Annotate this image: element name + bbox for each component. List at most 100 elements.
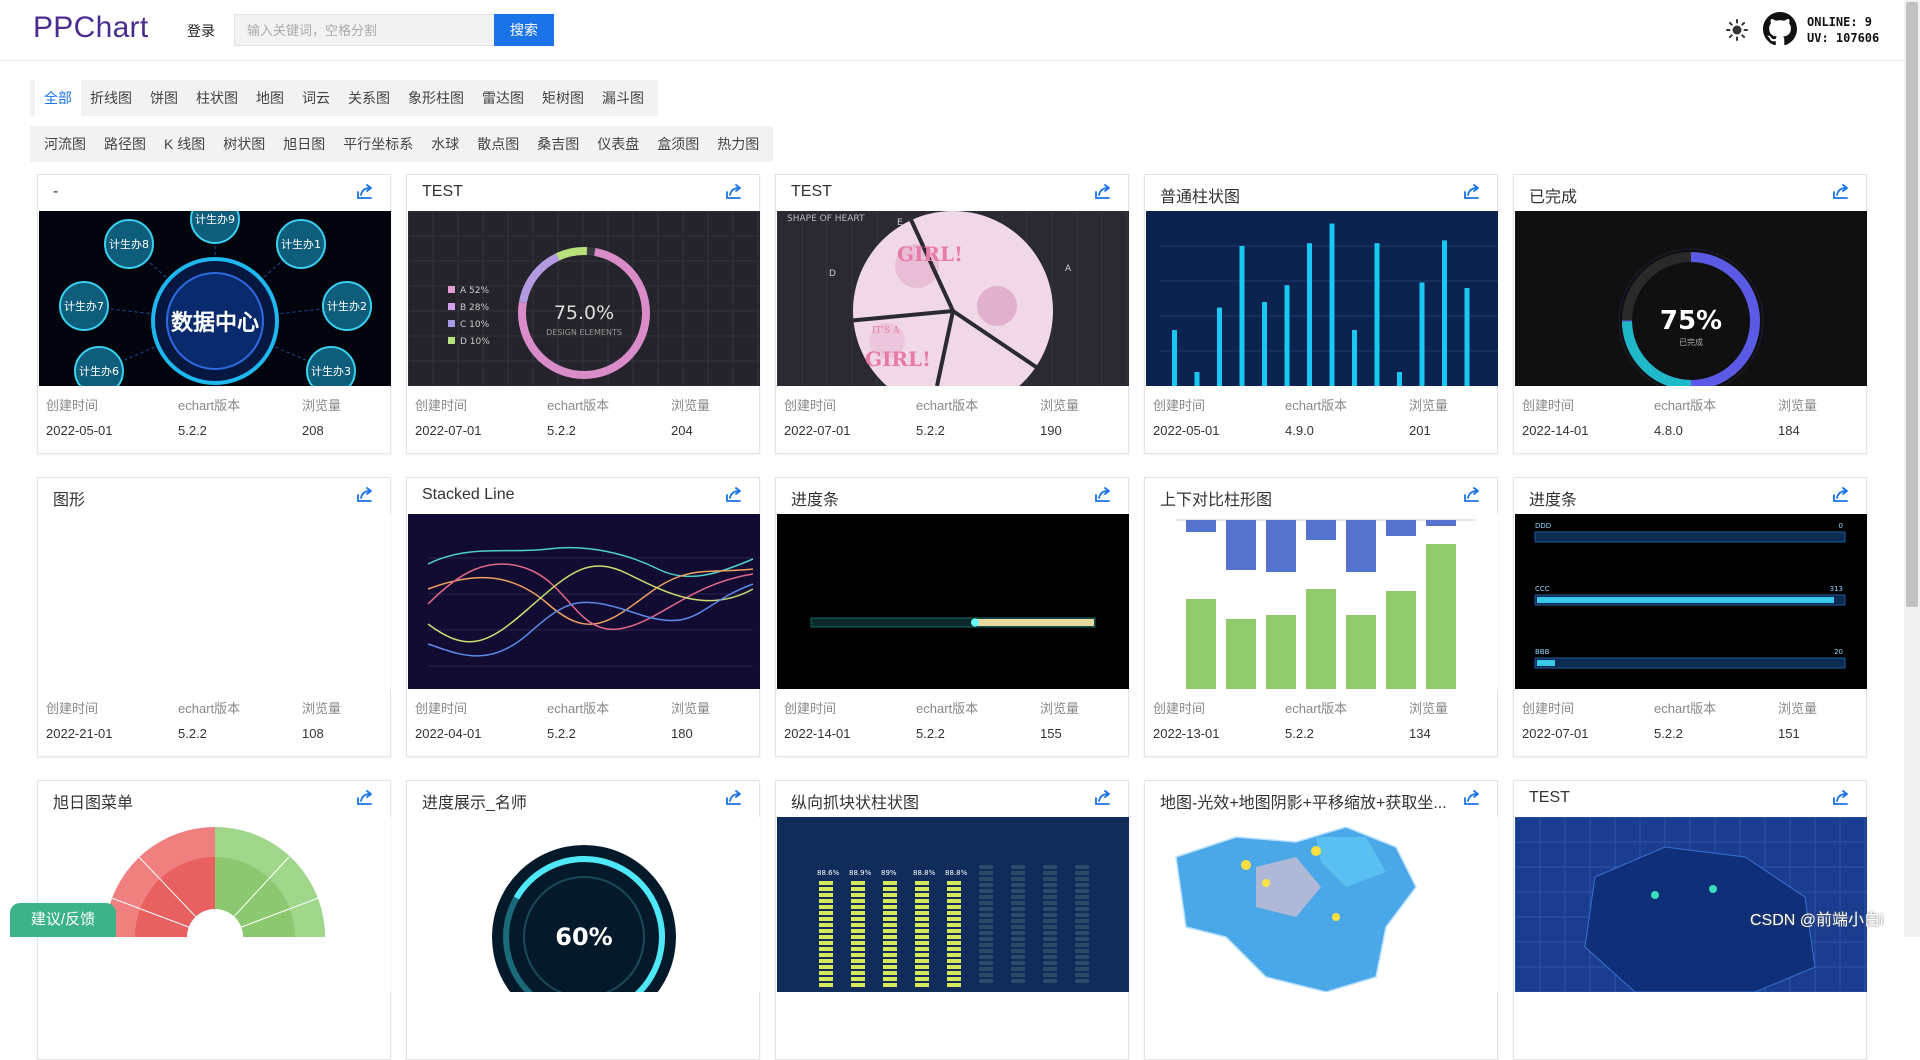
card-thumbnail[interactable] xyxy=(1146,817,1498,992)
views-col: 浏览量 155 xyxy=(1040,698,1079,741)
card-thumbnail[interactable] xyxy=(1146,514,1498,689)
chart-card[interactable]: 进度展示_名师 60% xyxy=(406,780,760,1060)
search-button[interactable]: 搜索 xyxy=(494,14,554,46)
github-icon[interactable] xyxy=(1763,12,1797,46)
card-title[interactable]: 进度展示_名师 xyxy=(422,789,712,813)
filter-tag[interactable]: 旭日图 xyxy=(274,126,334,162)
share-icon[interactable] xyxy=(1094,183,1112,201)
card-thumbnail[interactable]: 88.6% 88.9% 89% 88.8% 88.8% xyxy=(777,817,1129,992)
card-thumbnail[interactable]: DDD 0 CCC 313 BBB 20 xyxy=(1515,514,1867,689)
share-icon[interactable] xyxy=(1463,789,1481,807)
map-preview xyxy=(1146,817,1498,992)
filter-tag[interactable]: 柱状图 xyxy=(187,80,247,116)
card-title[interactable]: 纵向抓块状柱状图 xyxy=(791,789,1081,813)
filter-tag[interactable]: K 线图 xyxy=(155,126,214,162)
card-thumbnail[interactable] xyxy=(777,514,1129,689)
card-title[interactable]: TEST xyxy=(1529,789,1819,807)
share-icon[interactable] xyxy=(725,486,743,504)
svg-text:89%: 89% xyxy=(881,869,897,877)
filter-tag[interactable]: 地图 xyxy=(247,80,293,116)
filter-tag[interactable]: 平行坐标系 xyxy=(334,126,422,162)
card-title[interactable]: 地图-光效+地图阴影+平移缩放+获取坐... xyxy=(1160,789,1450,813)
version-value: 5.2.2 xyxy=(916,726,945,741)
sun-icon[interactable] xyxy=(1725,18,1749,42)
share-icon[interactable] xyxy=(725,183,743,201)
share-icon[interactable] xyxy=(1832,183,1850,201)
card-thumbnail[interactable] xyxy=(1146,211,1498,386)
version-col: echart版本 5.2.2 xyxy=(916,395,978,438)
card-title[interactable]: 已完成 xyxy=(1529,183,1819,207)
views-label: 浏览量 xyxy=(1409,701,1449,716)
filter-tag[interactable]: 水球 xyxy=(422,126,468,162)
created-col: 创建时间 2022-05-01 xyxy=(1153,395,1220,438)
card-title[interactable]: TEST xyxy=(422,183,712,201)
card-title[interactable]: 进度条 xyxy=(791,486,1081,510)
card-thumbnail[interactable]: 75% 已完成 xyxy=(1515,211,1867,386)
card-thumbnail[interactable] xyxy=(408,514,760,689)
card-title[interactable]: 进度条 xyxy=(1529,486,1819,510)
chart-card[interactable]: 已完成 75% 已完成 创建时间 2022-14-01 echart版本 4.8… xyxy=(1513,174,1867,454)
chart-card[interactable]: TEST SHAPE OF HEART GIRL! IT'S A GIRL! E… xyxy=(775,174,1129,454)
created-label: 创建时间 xyxy=(1522,701,1575,716)
filter-tag[interactable]: 全部 xyxy=(35,80,81,116)
pie-preview: SHAPE OF HEART GIRL! IT'S A GIRL! E D A xyxy=(777,211,1129,386)
share-icon[interactable] xyxy=(1094,789,1112,807)
chart-card[interactable]: 进度条 创建时间 2022-14-01 echart版本 5.2.2 浏览量 1… xyxy=(775,477,1129,757)
share-icon[interactable] xyxy=(1463,183,1481,201)
chart-card[interactable]: 纵向抓块状柱状图 88.6% 88.9% 89% 88.8% 88.8% xyxy=(775,780,1129,1060)
chart-card[interactable]: TEST 75.0% DESIGN ELEMENTS A 52% B 28% C… xyxy=(406,174,760,454)
filter-tag[interactable]: 热力图 xyxy=(708,126,768,162)
card-thumbnail[interactable]: SHAPE OF HEART GIRL! IT'S A GIRL! E D A xyxy=(777,211,1129,386)
share-icon[interactable] xyxy=(725,789,743,807)
chart-card[interactable]: 进度条 DDD 0 CCC 313 BBB 20 创建时间 2022-07-01 ec… xyxy=(1513,477,1867,757)
search-input[interactable] xyxy=(234,14,494,46)
chart-card[interactable]: 普通柱状图 创建时间 2022-05-01 echart版本 4.9.0 浏览量 xyxy=(1144,174,1498,454)
created-col: 创建时间 2022-07-01 xyxy=(1522,698,1589,741)
share-icon[interactable] xyxy=(356,486,374,504)
feedback-button[interactable]: 建议/反馈 xyxy=(10,903,116,937)
card-thumbnail[interactable]: 75.0% DESIGN ELEMENTS A 52% B 28% C 10% … xyxy=(408,211,760,386)
chart-card[interactable]: 图形 创建时间 2022-21-01 echart版本 5.2.2 浏览量 10… xyxy=(37,477,391,757)
share-icon[interactable] xyxy=(1832,486,1850,504)
card-title[interactable]: 旭日图菜单 xyxy=(53,789,343,813)
share-icon[interactable] xyxy=(1094,486,1112,504)
chart-card[interactable]: - 数据中心 计生办9 计生办8 计生办1 计生办7 计生办2 计生办6 计生办… xyxy=(37,174,391,454)
filter-tag[interactable]: 仪表盘 xyxy=(588,126,648,162)
filter-tag[interactable]: 矩树图 xyxy=(533,80,593,116)
card-thumbnail[interactable] xyxy=(39,514,391,689)
scrollbar-thumb[interactable] xyxy=(1906,2,1918,607)
card-title[interactable]: TEST xyxy=(791,183,1081,201)
filter-tag[interactable]: 盒须图 xyxy=(648,126,708,162)
chart-card[interactable]: Stacked Line 创建时间 2022-04-01 echart版本 5.… xyxy=(406,477,760,757)
filter-tag[interactable]: 树状图 xyxy=(214,126,274,162)
filter-tag[interactable]: 象形柱图 xyxy=(399,80,473,116)
filter-tag[interactable]: 雷达图 xyxy=(473,80,533,116)
share-icon[interactable] xyxy=(1832,789,1850,807)
card-title[interactable]: 图形 xyxy=(53,486,343,510)
card-thumbnail[interactable]: 60% xyxy=(408,817,760,992)
filter-tag[interactable]: 路径图 xyxy=(95,126,155,162)
app-logo[interactable]: PPChart xyxy=(33,11,148,45)
chart-card[interactable]: 地图-光效+地图阴影+平移缩放+获取坐... xyxy=(1144,780,1498,1060)
empty-preview xyxy=(39,514,391,689)
filter-tag[interactable]: 漏斗图 xyxy=(593,80,653,116)
share-icon[interactable] xyxy=(1463,486,1481,504)
share-icon[interactable] xyxy=(356,789,374,807)
card-thumbnail[interactable] xyxy=(1515,817,1867,992)
filter-tag[interactable]: 折线图 xyxy=(81,80,141,116)
card-thumbnail[interactable]: 数据中心 计生办9 计生办8 计生办1 计生办7 计生办2 计生办6 计生办3 xyxy=(39,211,391,386)
svg-text:DDD: DDD xyxy=(1535,522,1551,530)
card-title[interactable]: Stacked Line xyxy=(422,486,712,504)
card-title[interactable]: 上下对比柱形图 xyxy=(1160,486,1450,510)
card-title[interactable]: 普通柱状图 xyxy=(1160,183,1450,207)
filter-tag[interactable]: 桑吉图 xyxy=(528,126,588,162)
card-title[interactable]: - xyxy=(53,183,343,201)
chart-card[interactable]: 上下对比柱形图 创建时间 2022-13-01 echart版本 5.2.2 浏… xyxy=(1144,477,1498,757)
filter-tag[interactable]: 散点图 xyxy=(468,126,528,162)
share-icon[interactable] xyxy=(356,183,374,201)
filter-tag[interactable]: 饼图 xyxy=(141,80,187,116)
login-link[interactable]: 登录 xyxy=(187,21,215,41)
filter-tag[interactable]: 词云 xyxy=(293,80,339,116)
filter-tag[interactable]: 关系图 xyxy=(339,80,399,116)
filter-tag[interactable]: 河流图 xyxy=(35,126,95,162)
